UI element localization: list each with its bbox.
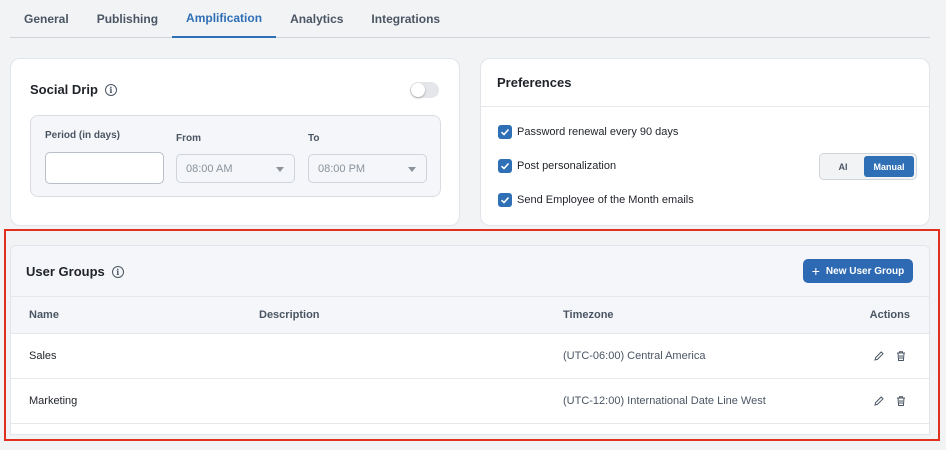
- pref-post-personalization: Post personalization: [498, 159, 616, 173]
- from-label: From: [176, 133, 201, 144]
- tab-amplification[interactable]: Amplification: [172, 0, 277, 38]
- checkbox-checked-icon[interactable]: [498, 125, 512, 139]
- social-drip-title: Social Drip: [30, 82, 98, 97]
- table-header: Name Description Timezone Actions: [11, 297, 929, 334]
- preferences-card: Preferences Password renewal every 90 da…: [480, 58, 930, 226]
- new-user-group-label: New User Group: [825, 265, 905, 277]
- period-input[interactable]: [45, 152, 164, 184]
- social-drip-toggle[interactable]: [410, 82, 439, 98]
- social-drip-header: Social Drip i: [30, 82, 117, 97]
- column-actions: Actions: [869, 309, 910, 321]
- column-description: Description: [259, 309, 320, 321]
- info-icon[interactable]: i: [104, 83, 117, 96]
- trash-icon[interactable]: [895, 395, 907, 407]
- group-name: Marketing: [29, 395, 78, 407]
- pref-label: Post personalization: [517, 160, 617, 172]
- trash-icon[interactable]: [895, 350, 907, 362]
- drip-settings-box: Period (in days) From 08:00 AM To 08:00 …: [30, 115, 441, 197]
- tab-analytics[interactable]: Analytics: [276, 0, 357, 37]
- checkbox-checked-icon[interactable]: [498, 159, 512, 173]
- plus-icon: +: [811, 263, 820, 279]
- mode-option-ai[interactable]: AI: [822, 156, 864, 177]
- row-actions: [873, 395, 907, 407]
- edit-icon[interactable]: [873, 350, 885, 362]
- mode-option-manual[interactable]: Manual: [864, 156, 914, 177]
- group-timezone: (UTC-06:00) Central America: [563, 350, 706, 362]
- to-label: To: [308, 133, 320, 144]
- table-row: Sales (UTC-06:00) Central America: [11, 334, 929, 379]
- new-user-group-button[interactable]: + New User Group: [803, 259, 913, 283]
- chevron-down-icon: [408, 167, 416, 172]
- from-time-select[interactable]: 08:00 AM: [176, 154, 295, 183]
- group-name: Sales: [29, 350, 57, 362]
- checkbox-checked-icon[interactable]: [498, 193, 512, 207]
- preferences-header: Preferences: [481, 59, 929, 107]
- edit-icon[interactable]: [873, 395, 885, 407]
- settings-tabs: General Publishing Amplification Analyti…: [10, 0, 930, 38]
- pref-label: Send Employee of the Month emails: [517, 194, 694, 206]
- group-timezone: (UTC-12:00) International Date Line West: [563, 395, 766, 407]
- period-label: Period (in days): [45, 130, 121, 141]
- to-time-select[interactable]: 08:00 PM: [308, 154, 427, 183]
- column-name: Name: [29, 309, 59, 321]
- to-time-value: 08:00 PM: [318, 162, 366, 175]
- table-row: Marketing (UTC-12:00) International Date…: [11, 379, 929, 424]
- tab-integrations[interactable]: Integrations: [357, 0, 454, 37]
- pref-label: Password renewal every 90 days: [517, 126, 679, 138]
- toggle-knob: [411, 83, 425, 97]
- user-groups-header: User Groups i + New User Group: [11, 246, 929, 297]
- row-actions: [873, 350, 907, 362]
- personalization-mode-toggle: AI Manual: [819, 153, 917, 180]
- user-groups-panel: User Groups i + New User Group Name Desc…: [10, 245, 930, 435]
- preferences-title: Preferences: [497, 75, 572, 90]
- tab-publishing[interactable]: Publishing: [83, 0, 172, 37]
- chevron-down-icon: [276, 167, 284, 172]
- social-drip-card: Social Drip i Period (in days) From 08:0…: [10, 58, 460, 226]
- tab-general[interactable]: General: [10, 0, 83, 37]
- pref-password-renewal: Password renewal every 90 days: [498, 125, 678, 139]
- column-timezone: Timezone: [563, 309, 614, 321]
- pref-employee-of-month: Send Employee of the Month emails: [498, 193, 694, 207]
- from-time-value: 08:00 AM: [186, 162, 233, 175]
- info-icon[interactable]: i: [111, 265, 124, 278]
- user-groups-title-wrap: User Groups i: [26, 264, 124, 279]
- user-groups-title: User Groups: [26, 264, 105, 279]
